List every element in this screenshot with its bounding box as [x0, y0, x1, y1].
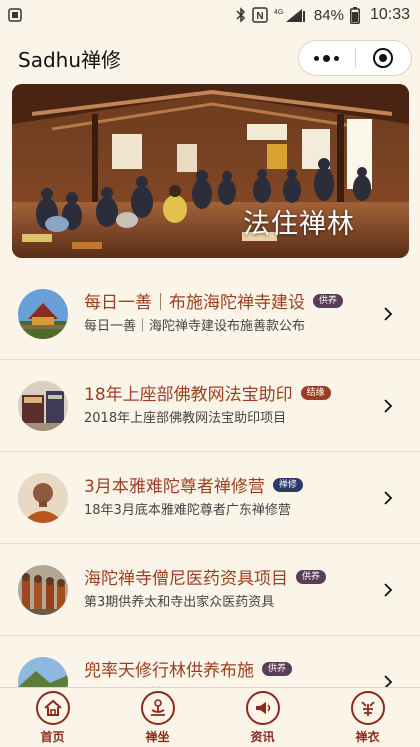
status-bar: N 4G 84% 10:33	[0, 0, 420, 30]
chevron-right-icon	[384, 583, 393, 597]
item-thumbnail-monks	[18, 565, 68, 615]
item-title-row: 3月本雅难陀尊者禅修营 禅修	[84, 472, 303, 497]
status-left	[8, 8, 22, 22]
status-right: N 4G 84% 10:33	[236, 6, 410, 24]
clock: 10:33	[369, 6, 410, 23]
item-tag: 结缘	[300, 385, 331, 400]
project-list: 每日一善｜布施海陀禅寺建设 供养 每日一善｜海陀禅寺建设布施善款公布 18年上座…	[0, 268, 420, 728]
chevron-right-icon	[384, 307, 393, 321]
list-item[interactable]: 每日一善｜布施海陀禅寺建设 供养 每日一善｜海陀禅寺建设布施善款公布	[0, 268, 420, 360]
list-item[interactable]: 3月本雅难陀尊者禅修营 禅修 18年3月底本雅难陀尊者广东禅修营	[0, 452, 420, 544]
item-title: 每日一善｜布施海陀禅寺建设	[84, 293, 305, 313]
item-thumbnail-books	[18, 381, 68, 431]
tab-label: 首页	[40, 730, 65, 744]
banner-title: 法住禅林	[243, 209, 355, 240]
megaphone-icon	[245, 691, 280, 725]
list-item[interactable]: 18年上座部佛教网法宝助印 结缘 2018年上座部佛教网法宝助印项目	[0, 360, 420, 452]
robe-icon	[350, 691, 385, 725]
banner[interactable]: 法住禅林	[12, 84, 409, 258]
meditation-icon	[140, 691, 175, 725]
chevron-right-icon	[384, 399, 393, 413]
close-button[interactable]	[355, 41, 411, 75]
tab-label: 资讯	[250, 730, 275, 744]
tab-news[interactable]: 资讯	[210, 688, 315, 747]
item-title-row: 海陀禅寺僧尼医药资具项目 供养	[84, 564, 327, 589]
svg-text:4G: 4G	[274, 9, 283, 16]
list-item[interactable]: 海陀禅寺僧尼医药资具项目 供养 第3期供养太和寺出家众医药资具	[0, 544, 420, 636]
item-title: 3月本雅难陀尊者禅修营	[84, 477, 265, 497]
item-title: 兜率天修行林供养布施	[84, 661, 254, 681]
nfc-icon: N	[252, 7, 268, 23]
more-icon	[314, 54, 340, 62]
bluetooth-icon	[236, 7, 246, 23]
chevron-right-icon	[384, 491, 393, 505]
svg-text:N: N	[256, 11, 263, 22]
tab-meditation[interactable]: 禅坐	[105, 688, 210, 747]
item-title-row: 每日一善｜布施海陀禅寺建设 供养	[84, 288, 344, 313]
item-thumbnail-monk	[18, 473, 68, 523]
battery-icon	[349, 6, 360, 24]
page-title: Sadhu禅修	[18, 48, 121, 72]
notification-icon	[8, 8, 22, 22]
tab-home[interactable]: 首页	[0, 688, 105, 747]
item-tag: 供养	[262, 661, 293, 676]
nav-bar: Sadhu禅修	[0, 30, 420, 86]
item-title: 海陀禅寺僧尼医药资具项目	[84, 569, 288, 589]
item-tag: 禅修	[272, 477, 303, 492]
more-button[interactable]	[299, 41, 355, 75]
item-subtitle: 每日一善｜海陀禅寺建设布施善款公布	[84, 319, 306, 334]
item-title-row: 18年上座部佛教网法宝助印 结缘	[84, 380, 331, 405]
tab-label: 禅坐	[145, 730, 170, 744]
item-tag: 供养	[313, 293, 344, 308]
mini-program-capsule	[298, 40, 412, 76]
item-subtitle: 第3期供养太和寺出家众医药资具	[84, 595, 275, 610]
item-subtitle: 18年3月底本雅难陀尊者广东禅修营	[84, 503, 291, 518]
item-title: 18年上座部佛教网法宝助印	[84, 385, 293, 405]
item-thumbnail-temple	[18, 289, 68, 339]
tab-robe[interactable]: 禅衣	[315, 688, 420, 747]
battery-percent: 84%	[313, 6, 344, 24]
item-subtitle: 2018年上座部佛教网法宝助印项目	[84, 411, 287, 426]
tab-label: 禅衣	[355, 730, 380, 744]
item-title-row: 兜率天修行林供养布施 供养	[84, 656, 293, 681]
signal-icon: 4G	[274, 7, 308, 23]
home-icon	[35, 691, 70, 725]
tab-bar: 首页 禅坐 资讯 禅衣	[0, 687, 420, 747]
item-tag: 供养	[296, 569, 327, 584]
close-target-icon	[373, 48, 394, 68]
